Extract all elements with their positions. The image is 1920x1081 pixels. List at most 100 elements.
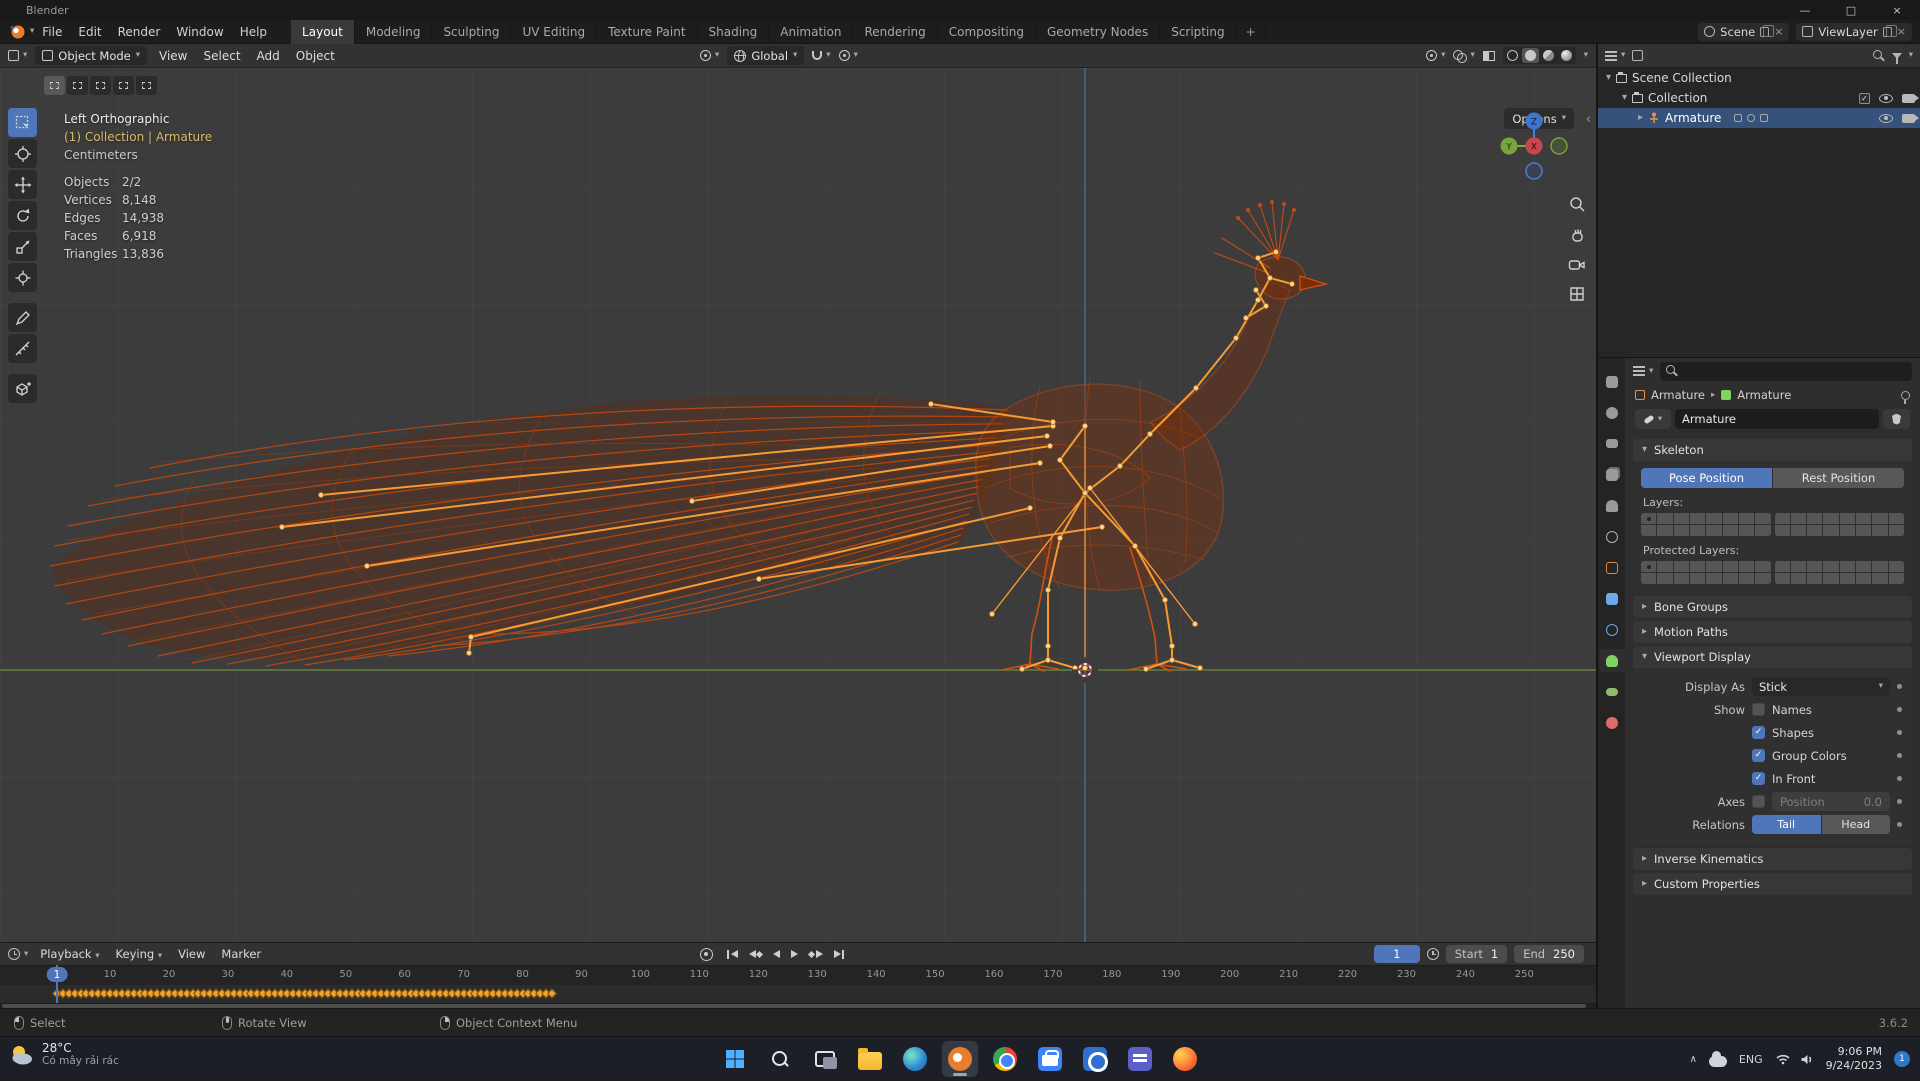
layer-cell[interactable] (1856, 525, 1872, 536)
task-view-button[interactable] (807, 1041, 843, 1077)
layer-cell[interactable] (1657, 513, 1673, 524)
overlays-dropdown[interactable]: ▾ (1453, 50, 1475, 63)
xray-toggle-icon[interactable] (1482, 50, 1495, 61)
exclude-checkbox[interactable]: ✓ (1859, 92, 1870, 104)
layer-cell[interactable] (1856, 513, 1872, 524)
tab-physics[interactable] (1599, 618, 1625, 641)
animate-dot[interactable] (1897, 730, 1902, 735)
layer-cell[interactable] (1657, 561, 1673, 572)
menu-object[interactable]: Object (292, 49, 339, 63)
tab-view-layer[interactable] (1599, 463, 1625, 486)
camera-view-icon[interactable] (1568, 258, 1586, 275)
group-colors-checkbox[interactable]: ✓ (1752, 749, 1765, 762)
layer-cell[interactable] (1888, 561, 1904, 572)
unlink-scene-icon[interactable]: × (1774, 25, 1783, 38)
layer-cell[interactable] (1657, 525, 1673, 536)
start-button[interactable] (717, 1041, 753, 1077)
remove-viewlayer-icon[interactable]: × (1897, 25, 1906, 38)
breadcrumb-object[interactable]: Armature (1651, 388, 1705, 402)
layer-cell[interactable] (1755, 573, 1771, 584)
layer-cell[interactable] (1839, 561, 1856, 572)
tab-output[interactable] (1599, 432, 1625, 455)
select-mode-subtract-button[interactable] (90, 76, 111, 95)
layer-cell[interactable] (1872, 513, 1888, 524)
layer-cell[interactable] (1689, 513, 1706, 524)
layer-cell[interactable] (1657, 573, 1673, 584)
layer-cell[interactable] (1689, 573, 1706, 584)
layer-cell[interactable] (1872, 525, 1888, 536)
custom-properties-header[interactable]: ▸ Custom Properties (1633, 873, 1912, 895)
layer-cell[interactable] (1807, 525, 1823, 536)
tab-modifiers[interactable] (1599, 587, 1625, 610)
animate-dot[interactable] (1897, 776, 1902, 781)
menu-add[interactable]: Add (253, 49, 284, 63)
tab-scene[interactable] (1599, 494, 1625, 517)
layer-cell[interactable] (1888, 525, 1904, 536)
fake-user-button[interactable] (1883, 409, 1910, 429)
layer-cell[interactable] (1856, 561, 1872, 572)
layer-cell[interactable] (1888, 513, 1904, 524)
layer-cell[interactable] (1839, 513, 1856, 524)
cursor-tool[interactable] (8, 139, 37, 168)
select-box-tool[interactable] (8, 108, 37, 137)
layer-cell[interactable] (1755, 525, 1771, 536)
play-button[interactable] (788, 946, 801, 962)
menu-playback[interactable]: Playback ▾ (36, 947, 103, 961)
shading-wireframe-button[interactable] (1504, 48, 1521, 63)
tab-animation[interactable]: Animation (769, 19, 854, 44)
preview-range-icon[interactable] (1426, 948, 1439, 960)
breadcrumb-data[interactable]: Armature (1737, 388, 1791, 402)
layer-cell[interactable] (1689, 525, 1706, 536)
layer-cell[interactable] (1790, 513, 1807, 524)
animate-dot[interactable] (1897, 822, 1902, 827)
mode-select[interactable]: Object Mode ▾ (35, 46, 148, 65)
menu-help[interactable]: Help (232, 23, 275, 41)
rotate-tool[interactable] (8, 201, 37, 230)
tab-shading[interactable]: Shading (698, 19, 770, 44)
layer-cell[interactable] (1856, 573, 1872, 584)
scene-selector[interactable]: Scene × (1698, 22, 1790, 41)
teams-button[interactable] (1122, 1041, 1158, 1077)
layer-cell[interactable] (1673, 573, 1689, 584)
pin-icon[interactable] (1901, 390, 1910, 404)
display-mode-icon[interactable] (1632, 50, 1644, 61)
outliner-row-armature[interactable]: ▸ Armature (1598, 108, 1920, 128)
pivot-point-button[interactable]: ▾ (700, 50, 719, 61)
datablock-browse-button[interactable]: ▾ (1635, 409, 1671, 429)
layer-cell[interactable] (1673, 561, 1689, 572)
layer-cell[interactable] (1823, 561, 1839, 572)
keyframe-band[interactable] (0, 985, 1596, 1003)
layer-cell[interactable] (1807, 573, 1823, 584)
layer-cell[interactable] (1790, 525, 1807, 536)
tab-sculpting[interactable]: Sculpting (432, 19, 512, 44)
animate-dot[interactable] (1897, 684, 1902, 689)
layer-cell[interactable] (1807, 561, 1823, 572)
outliner-row-scene-collection[interactable]: ▾ Scene Collection (1598, 68, 1920, 88)
weather-widget[interactable]: 28°C Có mây rải rác (8, 1041, 119, 1068)
jump-to-end-button[interactable] (831, 946, 848, 962)
layer-cell[interactable] (1738, 573, 1755, 584)
outliner-row-collection[interactable]: ▾ Collection ✓ (1598, 88, 1920, 108)
animate-dot[interactable] (1897, 707, 1902, 712)
menu-marker[interactable]: Marker (217, 947, 265, 961)
layer-cell[interactable] (1641, 513, 1657, 524)
layer-cell[interactable] (1774, 525, 1790, 536)
hide-eye-icon[interactable] (1879, 93, 1893, 103)
network-volume-group[interactable] (1775, 1053, 1814, 1066)
shading-material-button[interactable] (1540, 48, 1557, 63)
add-cube-tool[interactable] (8, 374, 37, 403)
layer-cell[interactable] (1673, 525, 1689, 536)
language-indicator[interactable]: ENG (1739, 1053, 1763, 1066)
viewport-3d[interactable]: Left Orthographic (1) Collection | Armat… (0, 68, 1597, 942)
rest-position-button[interactable]: Rest Position (1773, 468, 1904, 488)
clock-widget[interactable]: 9:06 PM 9/24/2023 (1826, 1045, 1882, 1073)
viewport-canvas[interactable] (0, 68, 1597, 942)
tab-geometry-nodes[interactable]: Geometry Nodes (1036, 19, 1161, 44)
in-front-checkbox[interactable]: ✓ (1752, 772, 1765, 785)
outlook-button[interactable] (1077, 1041, 1113, 1077)
layer-cell[interactable] (1641, 573, 1657, 584)
viewport-display-header[interactable]: ▾ Viewport Display (1633, 646, 1912, 668)
names-checkbox[interactable] (1752, 703, 1765, 716)
proportional-edit-toggle[interactable]: ▾ (838, 50, 858, 61)
layer-cell[interactable] (1872, 561, 1888, 572)
